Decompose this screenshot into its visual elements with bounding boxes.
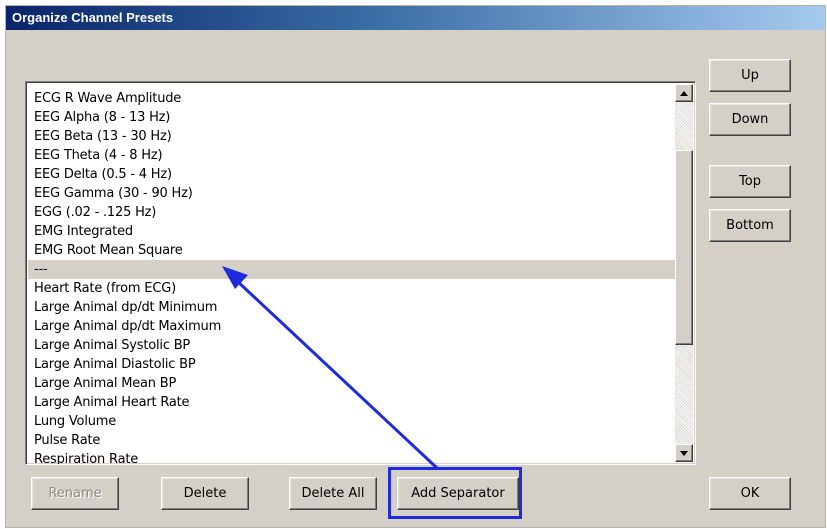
add-separator-button[interactable]: Add Separator — [397, 477, 519, 510]
up-button[interactable]: Up — [709, 59, 791, 92]
scroll-up-button[interactable] — [675, 84, 693, 102]
triangle-up-icon — [680, 90, 688, 96]
list-item[interactable]: EEG Alpha (8 - 13 Hz) — [28, 108, 675, 127]
list-item[interactable]: Pulse Rate — [28, 431, 675, 450]
list-item[interactable]: Large Animal Systolic BP — [28, 336, 675, 355]
ok-button[interactable]: OK — [709, 477, 791, 510]
list-item[interactable]: EMG Root Mean Square — [28, 241, 675, 260]
delete-button[interactable]: Delete — [161, 477, 249, 510]
list-item[interactable]: EEG Theta (4 - 8 Hz) — [28, 146, 675, 165]
list-item[interactable]: EEG Delta (0.5 - 4 Hz) — [28, 165, 675, 184]
list-item[interactable]: EEG Gamma (30 - 90 Hz) — [28, 184, 675, 203]
list-item[interactable]: Lung Volume — [28, 412, 675, 431]
list-item[interactable]: Large Animal dp/dt Maximum — [28, 317, 675, 336]
window-title: Organize Channel Presets — [12, 10, 174, 25]
list-item[interactable]: Respiration Rate — [28, 450, 675, 464]
list-item[interactable]: ECG R Wave Amplitude — [28, 89, 675, 108]
vertical-scrollbar[interactable] — [675, 84, 693, 462]
list-item[interactable]: EGG (.02 - .125 Hz) — [28, 203, 675, 222]
top-button[interactable]: Top — [709, 165, 791, 198]
scrollbar-thumb[interactable] — [675, 150, 693, 345]
list-item[interactable]: Large Animal Heart Rate — [28, 393, 675, 412]
down-button[interactable]: Down — [709, 103, 791, 136]
list-item[interactable]: Large Animal Mean BP — [28, 374, 675, 393]
scroll-down-button[interactable] — [675, 444, 693, 462]
delete-all-button[interactable]: Delete All — [289, 477, 377, 510]
list-item[interactable]: EMG Integrated — [28, 222, 675, 241]
list-item[interactable]: Large Animal Diastolic BP — [28, 355, 675, 374]
list-item[interactable]: Heart Rate (from ECG) — [28, 279, 675, 298]
presets-list: ECG R Wave Amplitude EEG Alpha (8 - 13 Hz… — [28, 89, 675, 464]
rename-button[interactable]: Rename — [31, 477, 119, 510]
triangle-down-icon — [680, 450, 688, 456]
list-item[interactable]: Large Animal dp/dt Minimum — [28, 298, 675, 317]
list-item[interactable]: EEG Beta (13 - 30 Hz) — [28, 127, 675, 146]
presets-listbox[interactable]: ECG R Wave Amplitude EEG Alpha (8 - 13 Hz… — [25, 81, 696, 465]
title-bar[interactable]: Organize Channel Presets — [6, 6, 825, 30]
separator-item[interactable]: --- — [28, 260, 675, 279]
bottom-button[interactable]: Bottom — [709, 209, 791, 242]
